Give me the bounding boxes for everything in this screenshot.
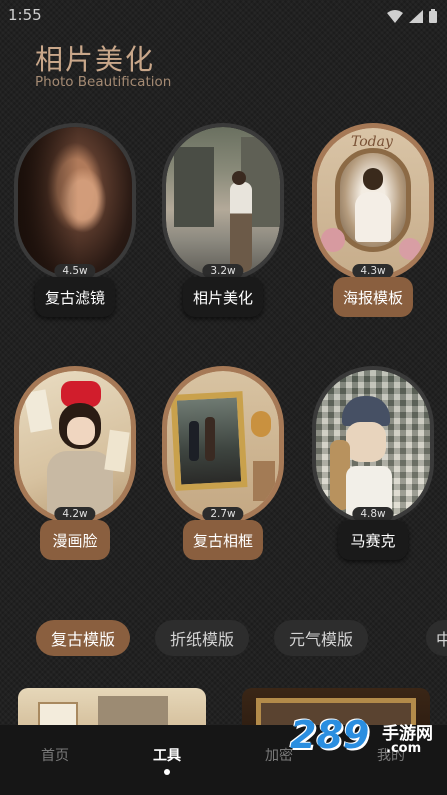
status-bar: 1:55: [0, 0, 447, 32]
watermark-url: .com: [386, 741, 422, 756]
usage-count: 4.5w: [54, 264, 96, 278]
feature-label[interactable]: 马赛克: [338, 520, 408, 560]
feature-thumbnail: [14, 366, 136, 524]
feature-label[interactable]: 漫画脸: [40, 520, 110, 560]
nav-home[interactable]: 首页: [41, 745, 69, 765]
feature-thumbnail: [312, 366, 434, 524]
feature-label[interactable]: 复古相框: [182, 520, 264, 560]
watermark-number: 289: [290, 713, 370, 757]
feature-thumbnail: [14, 123, 136, 281]
wifi-icon: [387, 9, 403, 23]
feature-card-retro-frame[interactable]: 2.7w 复古相框: [162, 366, 284, 566]
feature-thumbnail: Today: [312, 123, 434, 281]
usage-count: 4.2w: [54, 507, 96, 521]
feature-card-cartoon-face[interactable]: 4.2w 漫画脸: [14, 366, 136, 566]
tab-origami-template[interactable]: 折纸模版: [155, 620, 250, 656]
feature-label[interactable]: 相片美化: [182, 277, 264, 317]
nav-encrypt[interactable]: 加密: [265, 745, 293, 765]
status-icons: [387, 9, 437, 23]
feature-card-poster-template[interactable]: Today 4.3w 海报模板: [312, 123, 434, 323]
signal-icon: [409, 9, 423, 23]
feature-card-retro-filter[interactable]: 4.5w 复古滤镜: [14, 123, 136, 323]
feature-label[interactable]: 海报模板: [332, 277, 414, 317]
feature-thumbnail: [162, 123, 284, 281]
page-title: 相片美化: [35, 43, 156, 76]
template-tabs: 复古模版 折纸模版 元气模版: [36, 620, 369, 656]
usage-count: 2.7w: [202, 507, 244, 521]
tab-partial-template[interactable]: 中: [426, 620, 447, 656]
feature-card-photo-beautify[interactable]: 3.2w 相片美化: [162, 123, 284, 323]
poster-art-text: Today: [351, 134, 393, 150]
feature-card-mosaic[interactable]: 4.8w 马赛克: [312, 366, 434, 566]
nav-active-indicator: [164, 769, 170, 775]
usage-count: 3.2w: [202, 264, 244, 278]
nav-tools[interactable]: 工具: [153, 745, 181, 765]
tab-energy-template[interactable]: 元气模版: [274, 620, 369, 656]
feature-thumbnail: [162, 366, 284, 524]
page-subtitle: Photo Beautification: [35, 74, 172, 90]
watermark-logo: 289 手游网 .com: [290, 713, 440, 768]
usage-count: 4.3w: [352, 264, 394, 278]
tab-retro-template[interactable]: 复古模版: [36, 620, 131, 656]
feature-label[interactable]: 复古滤镜: [34, 277, 116, 317]
battery-icon: [429, 9, 437, 23]
status-time: 1:55: [8, 6, 42, 24]
usage-count: 4.8w: [352, 507, 394, 521]
